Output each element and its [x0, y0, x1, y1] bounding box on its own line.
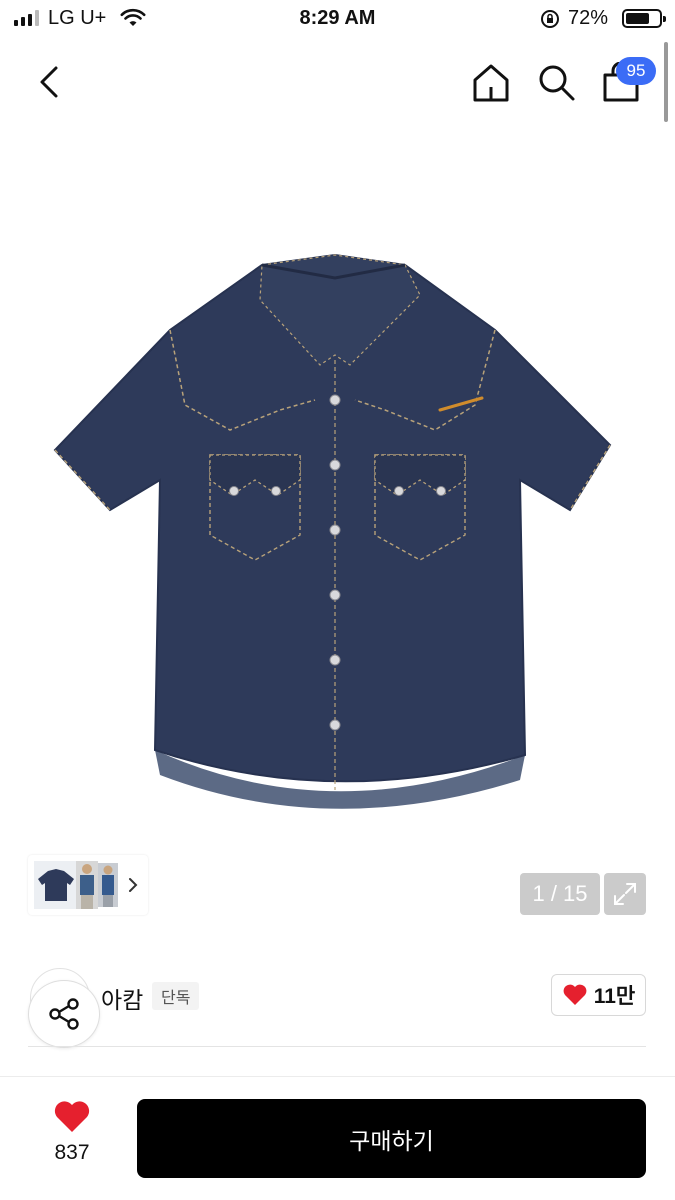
scrollbar[interactable]: [664, 42, 668, 122]
image-counter: 1 / 15: [520, 873, 600, 915]
home-icon[interactable]: [470, 62, 512, 104]
heart-icon: [54, 1101, 90, 1132]
thumbnail-model-side[interactable]: [98, 863, 118, 907]
status-bar: LG U+ 8:29 AM 72%: [0, 0, 675, 40]
back-icon[interactable]: [34, 62, 66, 102]
expand-icon: [614, 883, 636, 905]
brand-name[interactable]: 아캄: [101, 981, 143, 1015]
expand-button[interactable]: [604, 873, 646, 915]
share-icon: [49, 998, 79, 1030]
battery-icon: [622, 9, 666, 28]
exclusive-badge: 단독: [152, 982, 200, 1010]
thumbnail-model-front[interactable]: [76, 861, 98, 909]
bottom-bar-divider: [0, 1076, 675, 1077]
wishlist-button[interactable]: 837: [40, 1100, 104, 1165]
search-icon[interactable]: [536, 62, 578, 104]
chevron-right-icon[interactable]: [126, 875, 140, 895]
divider: [28, 1046, 646, 1047]
wishlist-count: 837: [54, 1141, 90, 1164]
buy-button[interactable]: 구매하기: [137, 1099, 646, 1178]
rotation-lock-icon: [541, 10, 559, 28]
brand-like-button[interactable]: 11만: [551, 974, 646, 1016]
thumbnail-shirt[interactable]: [34, 861, 78, 909]
heart-icon: [563, 984, 587, 1005]
cart-count-badge[interactable]: 95: [616, 57, 656, 85]
product-image-denim-shirt[interactable]: [50, 250, 620, 820]
share-button[interactable]: [28, 980, 100, 1048]
battery-percent: 72%: [568, 7, 609, 29]
brand-like-count: 11만: [593, 985, 636, 1008]
thumbnail-strip[interactable]: [28, 855, 148, 915]
